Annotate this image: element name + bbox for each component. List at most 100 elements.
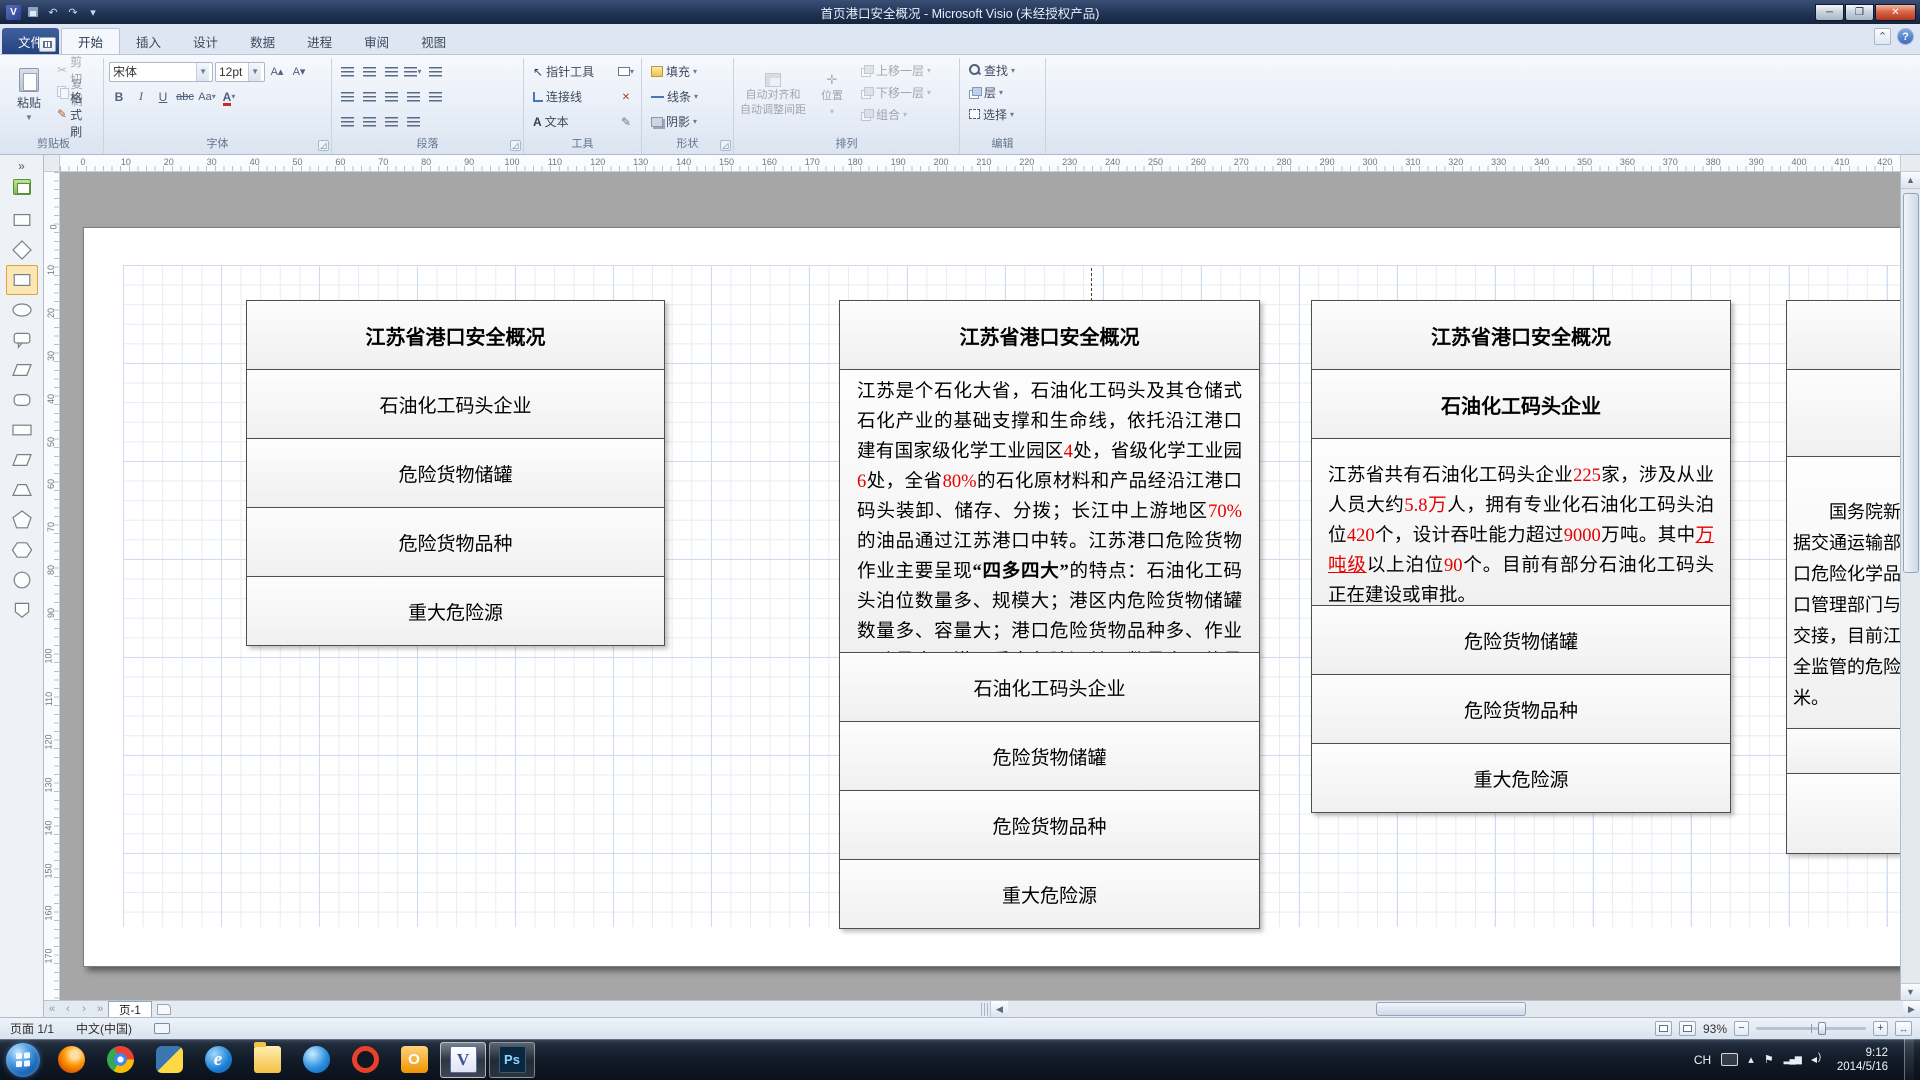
expand-shapes-icon[interactable]: » bbox=[18, 159, 25, 173]
shape-box[interactable]: 石油化工码头企业 bbox=[246, 369, 665, 439]
network-icon[interactable]: ▂▄▆ bbox=[1784, 1054, 1801, 1065]
tab-home[interactable]: 开始 bbox=[61, 28, 120, 54]
tab-design[interactable]: 设计 bbox=[177, 28, 234, 54]
shape-box-title[interactable]: 江苏省港口安全概况 bbox=[1311, 300, 1731, 370]
stencil-shape-parallelogram[interactable] bbox=[6, 355, 38, 385]
next-page-button[interactable]: › bbox=[76, 1003, 92, 1015]
clock[interactable]: 9:12 2014/5/16 bbox=[1833, 1046, 1888, 1074]
connector-tool-button[interactable]: 连接线 bbox=[529, 86, 614, 108]
shape-box[interactable]: 危险货物品种 bbox=[246, 507, 665, 577]
paste-button[interactable]: 粘贴 ▼ bbox=[9, 59, 49, 131]
taskbar-python-icon[interactable] bbox=[146, 1042, 192, 1078]
fullscreen-view-button[interactable] bbox=[39, 37, 56, 52]
shape-box[interactable]: 危险货物品种 bbox=[839, 790, 1260, 860]
pagebar-splitter[interactable] bbox=[981, 1003, 988, 1016]
taskbar-thunder-icon[interactable] bbox=[293, 1042, 339, 1078]
align-right-button[interactable] bbox=[381, 87, 401, 107]
align-middle-button[interactable] bbox=[359, 112, 379, 132]
shape-box[interactable]: 重大危险源 bbox=[839, 859, 1260, 929]
taskbar-photoshop-icon[interactable]: Ps bbox=[489, 1042, 535, 1078]
stencil-shape-pentagon[interactable] bbox=[6, 505, 38, 535]
vertical-scrollbar[interactable]: ▲ ▼ bbox=[1900, 172, 1920, 1000]
shape-dialog-launcher[interactable]: ◿ bbox=[720, 140, 731, 151]
stencil-shape-rect[interactable] bbox=[6, 205, 38, 235]
stencil-shape-shield[interactable] bbox=[6, 595, 38, 625]
bring-forward-button[interactable]: 上移一层▾ bbox=[857, 59, 935, 81]
action-center-flag-icon[interactable]: ⚑ bbox=[1764, 1053, 1774, 1066]
qat-dropdown-icon[interactable]: ▾ bbox=[85, 4, 101, 20]
font-family-select[interactable]: 宋体▼ bbox=[109, 62, 213, 82]
taskbar-visio-icon[interactable]: V bbox=[440, 1042, 486, 1078]
undo-button[interactable]: ↶ bbox=[45, 4, 61, 20]
normal-view-button[interactable] bbox=[1655, 1021, 1672, 1036]
stencil-shape-ellipse[interactable] bbox=[6, 295, 38, 325]
minimize-ribbon-icon[interactable]: ⌃ bbox=[1874, 28, 1891, 45]
taskbar-ie-icon[interactable]: e bbox=[195, 1042, 241, 1078]
layers-button[interactable]: 层▾ bbox=[965, 81, 1040, 103]
pan-zoom-view-button[interactable] bbox=[1679, 1021, 1696, 1036]
font-size-select[interactable]: 12pt▼ bbox=[215, 62, 265, 82]
stencil-shape-callout[interactable] bbox=[6, 325, 38, 355]
drawing-canvas[interactable]: 江苏省港口安全概况 石油化工码头企业 危险货物储罐 危险货物品种 重大危险源 江… bbox=[60, 172, 1900, 1000]
fit-page-button[interactable]: ↔ bbox=[1895, 1021, 1912, 1036]
prev-page-button[interactable]: ‹ bbox=[60, 1003, 76, 1015]
shape-box[interactable] bbox=[1786, 773, 1900, 854]
close-button[interactable]: ✕ bbox=[1875, 4, 1916, 21]
fill-button[interactable]: 填充▾ bbox=[647, 61, 728, 83]
shape-box[interactable]: 危险货物储罐 bbox=[839, 721, 1260, 791]
language-indicator[interactable]: CH bbox=[1694, 1053, 1711, 1067]
horizontal-scroll-thumb[interactable] bbox=[1376, 1002, 1526, 1016]
last-page-button[interactable]: » bbox=[92, 1003, 108, 1015]
text-box-enterprises[interactable]: 江苏省共有石油化工码头企业225家，涉及从业人员大约5.8万人，拥有专业化石油化… bbox=[1311, 438, 1731, 606]
freeform-tool-button[interactable] bbox=[616, 112, 636, 132]
font-dialog-launcher[interactable]: ◿ bbox=[318, 140, 329, 151]
distribute-button[interactable] bbox=[425, 87, 445, 107]
start-button[interactable] bbox=[6, 1043, 40, 1077]
shape-box[interactable]: 重大危险源 bbox=[246, 576, 665, 646]
strikethrough-button[interactable]: abc bbox=[175, 87, 195, 107]
taskbar-outlook-icon[interactable]: O bbox=[391, 1042, 437, 1078]
rectangle-tool-button[interactable]: ▾ bbox=[616, 62, 636, 82]
first-page-button[interactable]: « bbox=[44, 1003, 60, 1015]
scroll-right-icon[interactable]: ▶ bbox=[1903, 1001, 1920, 1017]
copy-button[interactable]: 复制 bbox=[53, 81, 98, 103]
bullets-button[interactable] bbox=[337, 62, 357, 82]
justify-button[interactable] bbox=[403, 87, 423, 107]
taskbar-chrome-icon[interactable] bbox=[97, 1042, 143, 1078]
shape-box[interactable] bbox=[1786, 369, 1900, 457]
stencil-shape-parallelogram2[interactable] bbox=[6, 445, 38, 475]
stencil-shape-rect[interactable] bbox=[6, 265, 38, 295]
find-button[interactable]: 查找▾ bbox=[965, 59, 1040, 81]
visio-app-icon[interactable]: V bbox=[6, 5, 21, 20]
help-icon[interactable]: ? bbox=[1897, 28, 1914, 45]
text-box-clipped[interactable]: 国务院新《 据交通运输部和 口危险化学品安 口管理部门与安 交接，目前江苏 全监… bbox=[1786, 456, 1900, 729]
zoom-in-button[interactable]: + bbox=[1873, 1021, 1888, 1036]
maximize-button[interactable]: ❐ bbox=[1845, 4, 1874, 21]
taskbar-opera-icon[interactable] bbox=[342, 1042, 388, 1078]
scroll-left-icon[interactable]: ◀ bbox=[991, 1001, 1008, 1017]
stencil-shape-trapezoid[interactable] bbox=[6, 475, 38, 505]
decrease-indent-button[interactable] bbox=[359, 62, 379, 82]
ime-keyboard-icon[interactable] bbox=[1721, 1053, 1738, 1066]
tab-process[interactable]: 进程 bbox=[291, 28, 348, 54]
taskbar-folder-icon[interactable] bbox=[244, 1042, 290, 1078]
zoom-slider[interactable] bbox=[1756, 1027, 1866, 1030]
align-bottom-button[interactable] bbox=[381, 112, 401, 132]
connection-point-button[interactable] bbox=[616, 87, 636, 107]
shape-box[interactable]: 重大危险源 bbox=[1311, 743, 1731, 813]
tab-insert[interactable]: 插入 bbox=[120, 28, 177, 54]
redo-button[interactable]: ↷ bbox=[65, 4, 81, 20]
increase-indent-button[interactable] bbox=[381, 62, 401, 82]
bold-button[interactable]: B bbox=[109, 87, 129, 107]
scroll-up-icon[interactable]: ▲ bbox=[1901, 172, 1920, 189]
pointer-tool-button[interactable]: 指针工具 bbox=[529, 61, 614, 83]
status-language[interactable]: 中文(中国) bbox=[76, 1020, 132, 1037]
group-button[interactable]: 组合▾ bbox=[857, 103, 935, 125]
horizontal-scrollbar[interactable]: ◀ ▶ bbox=[990, 1001, 1920, 1017]
align-center-button[interactable] bbox=[359, 87, 379, 107]
stencil-shape-diamond[interactable] bbox=[6, 235, 38, 265]
stencil-shape-hexagon[interactable] bbox=[6, 535, 38, 565]
vertical-scroll-thumb[interactable] bbox=[1903, 193, 1919, 573]
insert-page-button[interactable] bbox=[157, 1004, 171, 1015]
align-top-button[interactable] bbox=[337, 112, 357, 132]
